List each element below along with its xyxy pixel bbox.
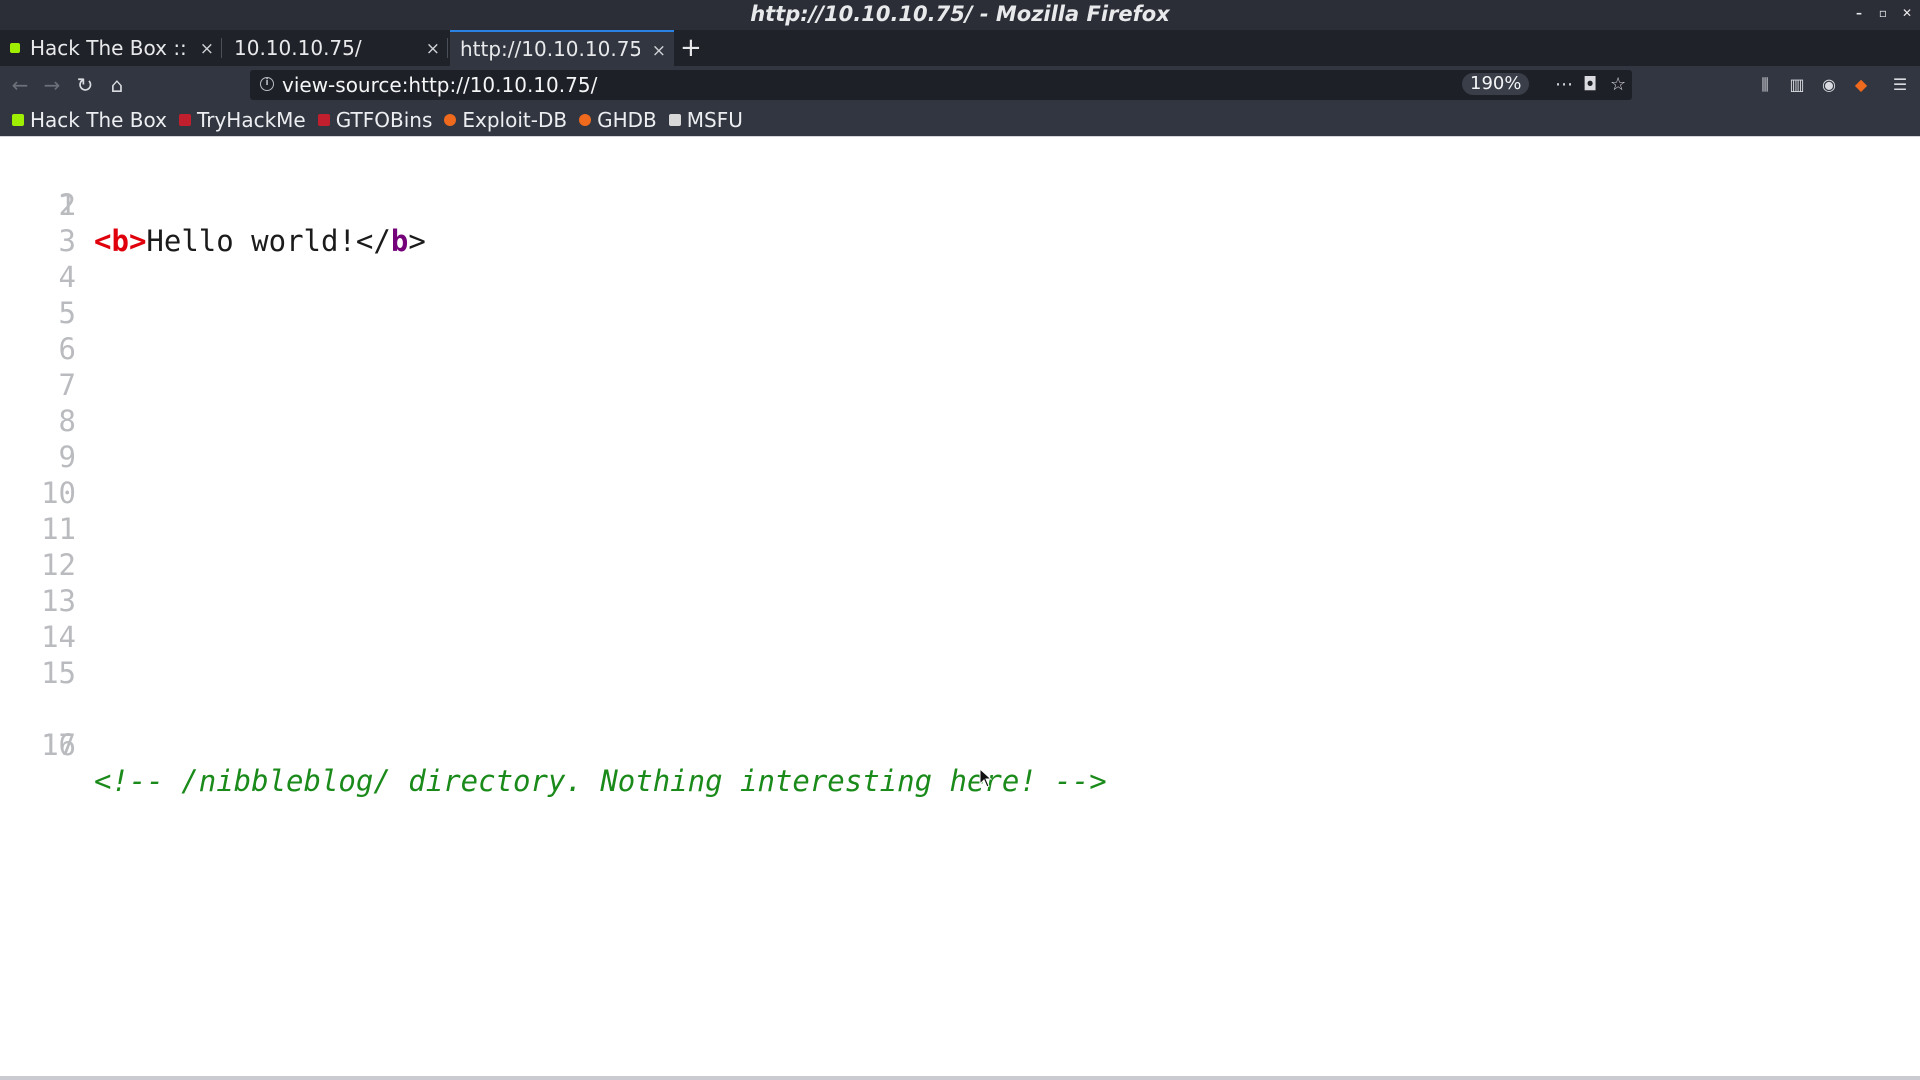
tag-close-lt: </ [355,224,391,258]
line-number: 4 [58,260,76,294]
bookmark-label: GTFOBins [335,108,433,132]
line-number: 8 [58,404,76,438]
source-line-17: 17 [0,727,140,763]
line-number: 9 [58,440,76,474]
url-input[interactable] [282,73,1432,97]
tab-label: 10.10.10.75/ [234,36,362,60]
line-number: 17 [41,728,76,762]
line-number: 2 [58,188,76,222]
new-tab-button[interactable]: + [680,30,702,66]
hack-the-box-icon [12,114,24,126]
source-line-6: 6 [0,331,140,367]
source-line-8: 8 [0,403,140,439]
line-number: 6 [58,332,76,366]
text-node: Hello world! [146,224,356,258]
tag-close-name: b [390,224,409,258]
library-icon[interactable]: ⫼ [1752,66,1778,104]
source-line-3: 3 [0,223,140,259]
line-number: 7 [58,368,76,402]
tab-close-icon[interactable]: × [200,39,214,59]
bookmarks-toolbar: Hack The Box TryHackMe GTFOBins Exploit-… [0,104,1920,136]
bookmark-label: MSFU [686,108,743,132]
minimize-icon[interactable]: – [1852,6,1866,20]
source-line-13: 13 [0,583,140,619]
bookmark-label: GHDB [597,108,657,132]
source-line-10: 10 [0,475,140,511]
home-icon[interactable]: ⌂ [102,66,132,104]
source-line-5: 5 [0,295,140,331]
tab-10-10-10-75[interactable]: 10.10.10.75/ × [224,30,448,66]
site-info-icon[interactable]: i [260,77,274,91]
line-number: 15 [41,656,76,690]
line-number: 14 [41,620,76,654]
ghdb-icon [579,114,592,126]
source-line-7: 7 [0,367,140,403]
window-controls: – ▫ ✕ [1852,6,1914,20]
tab-close-icon[interactable]: × [426,39,440,59]
line-number: 10 [41,476,76,510]
source-line-12: 12 [0,547,140,583]
reload-icon[interactable]: ↻ [70,66,100,104]
source-line-1: 1 <b>Hello world!</b> [0,151,426,258]
exploit-db-icon [444,114,457,126]
line-number: 5 [58,296,76,330]
tryhackme-icon [178,114,191,126]
extension-icon[interactable]: ◆ [1848,66,1874,104]
line-number: 3 [58,224,76,258]
source-line-11: 11 [0,511,140,547]
bookmark-msfu[interactable]: MSFU [668,108,743,132]
sidebar-icon[interactable]: ▥ [1784,66,1810,104]
url-bar[interactable]: i 190% ⋯ ◘ ☆ [250,70,1632,100]
source-line-16: 16 <!-- /nibbleblog/ directory. Nothing … [0,691,1107,798]
tab-view-source-active[interactable]: http://10.10.10.75/ × [450,30,674,66]
window-title: http://10.10.10.75/ - Mozilla Firefox [750,2,1170,26]
source-line-15: 15 [0,655,140,691]
view-source-content: 1 <b>Hello world!</b> 2 3 4 5 6 7 8 9 10… [0,136,1920,1077]
bookmark-star-icon[interactable]: ☆ [1610,74,1626,95]
bookmark-hack-the-box[interactable]: Hack The Box [12,108,167,132]
source-line-9: 9 [0,439,140,475]
source-line-2: 2 [0,187,140,223]
bookmark-tryhackme[interactable]: TryHackMe [178,108,306,132]
back-icon[interactable]: ← [5,66,35,104]
menu-icon[interactable]: ☰ [1887,66,1913,104]
tag-close-gt: > [408,224,426,258]
tab-hack-the-box[interactable]: Hack The Box :: M × [0,30,222,66]
html-comment: <!-- /nibbleblog/ directory. Nothing int… [94,764,1107,798]
source-listing: 1 <b>Hello world!</b> 2 3 4 5 6 7 8 9 10… [0,151,1107,798]
page-actions-icon[interactable]: ⋯ [1555,74,1573,95]
bookmark-ghdb[interactable]: GHDB [579,108,657,132]
line-number: 13 [41,584,76,618]
source-code: <b>Hello world!</b> [94,223,426,259]
maximize-icon[interactable]: ▫ [1876,6,1890,20]
gtfobins-icon [317,114,330,126]
line-number: 12 [41,548,76,582]
firefox-window: http://10.10.10.75/ - Mozilla Firefox – … [0,0,1920,1080]
hack-the-box-favicon-icon [10,43,20,53]
tab-label: Hack The Box :: M [30,36,188,60]
zoom-level-button[interactable]: 190% [1462,73,1530,95]
source-line-4: 4 [0,259,140,295]
navigation-toolbar: ← → ↻ ⌂ i 190% ⋯ ◘ ☆ ⫼ ▥ ◉ ◆ ☰ [0,66,1920,104]
close-icon[interactable]: ✕ [1900,6,1914,20]
bookmark-gtfobins[interactable]: GTFOBins [317,108,433,132]
source-line-14: 14 [0,619,140,655]
tab-strip: Hack The Box :: M × 10.10.10.75/ × http:… [0,30,1920,66]
title-bar: http://10.10.10.75/ - Mozilla Firefox – … [0,0,1920,30]
bookmark-exploit-db[interactable]: Exploit-DB [444,108,567,132]
pocket-icon[interactable]: ◘ [1583,74,1597,95]
forward-icon[interactable]: → [37,66,67,104]
window-bottom-border [0,1076,1920,1080]
tab-label: http://10.10.10.75/ [460,37,640,61]
account-icon[interactable]: ◉ [1816,66,1842,104]
bookmark-label: TryHackMe [196,108,306,132]
tab-close-icon[interactable]: × [652,41,666,61]
line-number: 11 [41,512,76,546]
bookmark-label: Exploit-DB [462,108,568,132]
bookmark-label: Hack The Box [30,108,167,132]
msfu-icon [668,114,681,126]
